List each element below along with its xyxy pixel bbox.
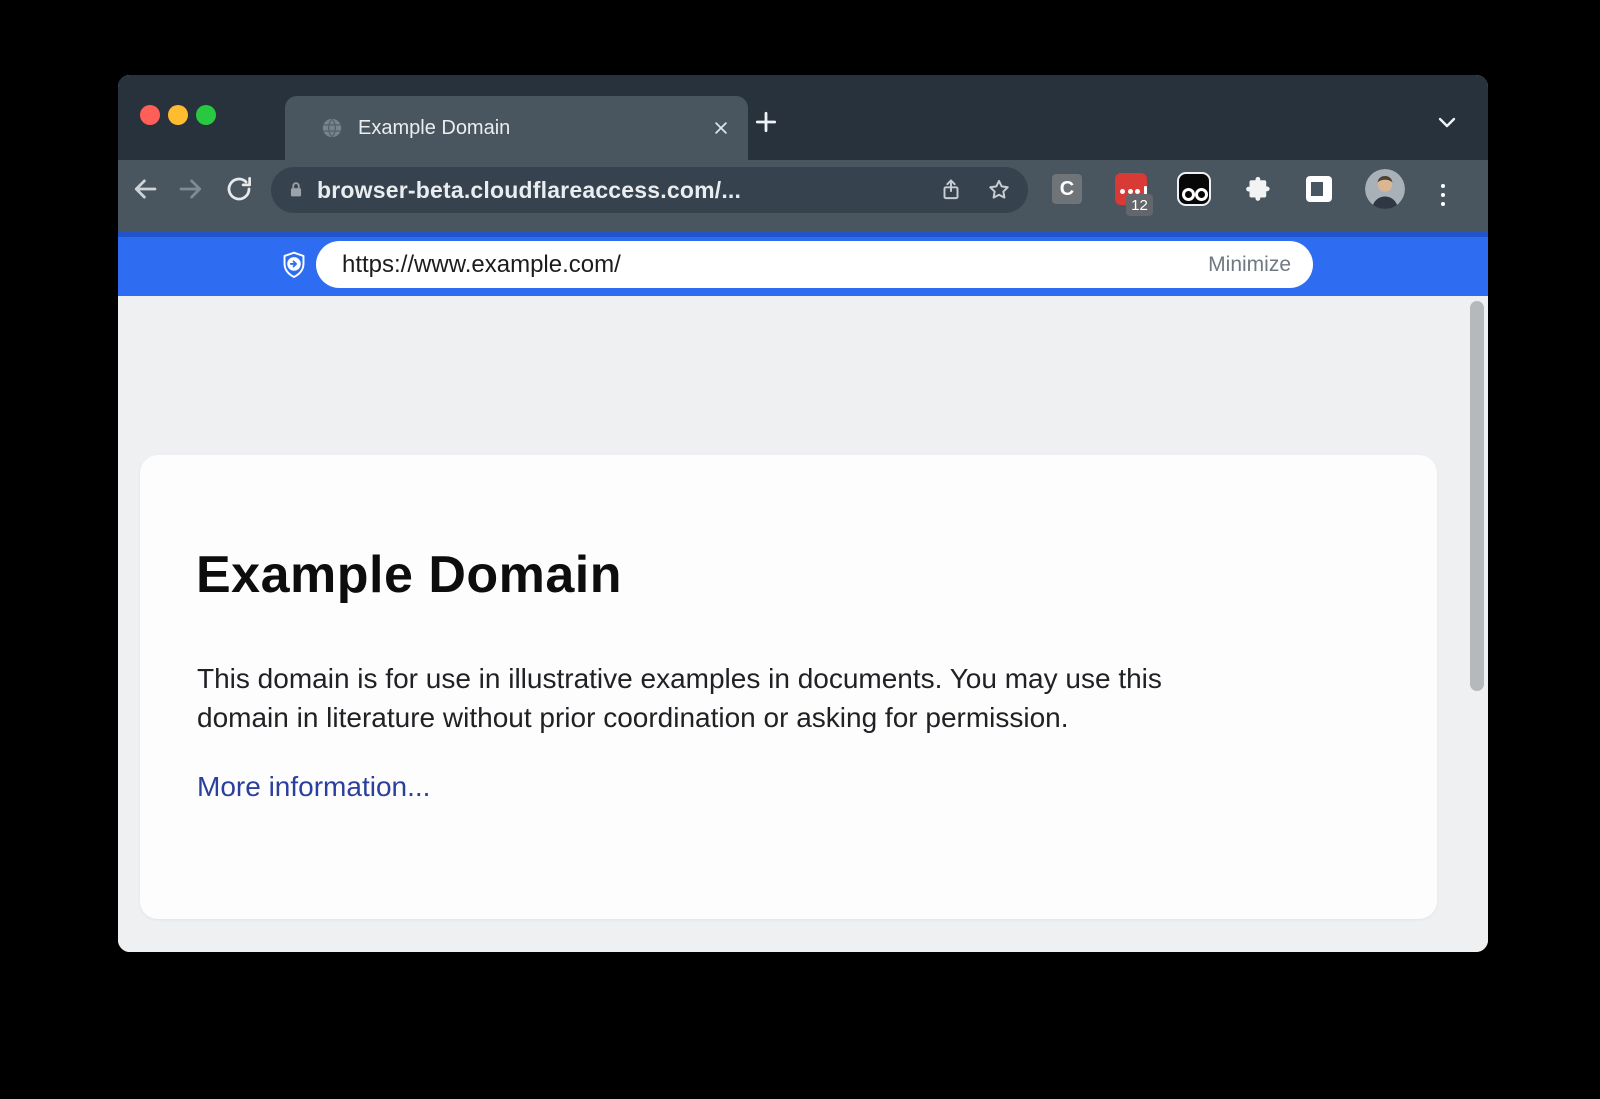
- shield-arrow-icon[interactable]: [281, 251, 307, 279]
- lock-icon: [285, 179, 307, 201]
- isolation-url-pill: Minimize: [316, 241, 1313, 288]
- more-information-link[interactable]: More information...: [197, 771, 430, 803]
- extension-c-icon[interactable]: C: [1052, 174, 1082, 204]
- globe-favicon-icon: [321, 117, 343, 139]
- page-paragraph: This domain is for use in illustrative e…: [197, 659, 1162, 737]
- zoom-window-button[interactable]: [196, 105, 216, 125]
- browser-toolbar: browser-beta.cloudflareaccess.com/... C …: [118, 160, 1488, 232]
- paragraph-line-2: domain in literature without prior coord…: [197, 698, 1162, 737]
- isolation-bar: Minimize: [118, 232, 1488, 296]
- address-bar[interactable]: browser-beta.cloudflareaccess.com/...: [271, 167, 1028, 213]
- tab-title: Example Domain: [358, 117, 712, 140]
- tab-example-domain[interactable]: Example Domain: [285, 96, 748, 160]
- paragraph-line-1: This domain is for use in illustrative e…: [197, 659, 1162, 698]
- close-window-button[interactable]: [140, 105, 160, 125]
- tab-close-icon[interactable]: [712, 119, 730, 137]
- extension-goggles-icon[interactable]: [1177, 172, 1211, 206]
- share-icon[interactable]: [936, 175, 966, 205]
- browser-menu-icon[interactable]: [1431, 177, 1455, 213]
- extension-red-dots-icon[interactable]: 12: [1115, 173, 1147, 205]
- page-viewport: Example Domain This domain is for use in…: [118, 296, 1488, 952]
- content-card: Example Domain This domain is for use in…: [140, 455, 1437, 919]
- scrollbar-thumb[interactable]: [1470, 301, 1484, 691]
- extensions-puzzle-icon[interactable]: [1242, 173, 1274, 205]
- minimize-button[interactable]: Minimize: [1208, 253, 1291, 277]
- extension-badge: 12: [1126, 194, 1153, 216]
- forward-button[interactable]: [175, 173, 207, 205]
- new-tab-button[interactable]: [750, 106, 782, 138]
- side-panel-icon[interactable]: [1306, 176, 1332, 202]
- back-button[interactable]: [129, 173, 161, 205]
- bookmark-star-icon[interactable]: [984, 175, 1014, 205]
- browser-window: Example Domain: [118, 75, 1488, 952]
- profile-avatar[interactable]: [1365, 169, 1405, 209]
- page-title: Example Domain: [196, 543, 622, 607]
- isolation-bar-edge: [118, 232, 1488, 237]
- chevron-down-icon[interactable]: [1431, 110, 1463, 134]
- address-url-text: browser-beta.cloudflareaccess.com/...: [317, 177, 936, 204]
- tab-strip: Example Domain: [118, 75, 1488, 160]
- reload-button[interactable]: [223, 173, 255, 205]
- isolation-url-input[interactable]: [342, 251, 1208, 279]
- minimize-window-button[interactable]: [168, 105, 188, 125]
